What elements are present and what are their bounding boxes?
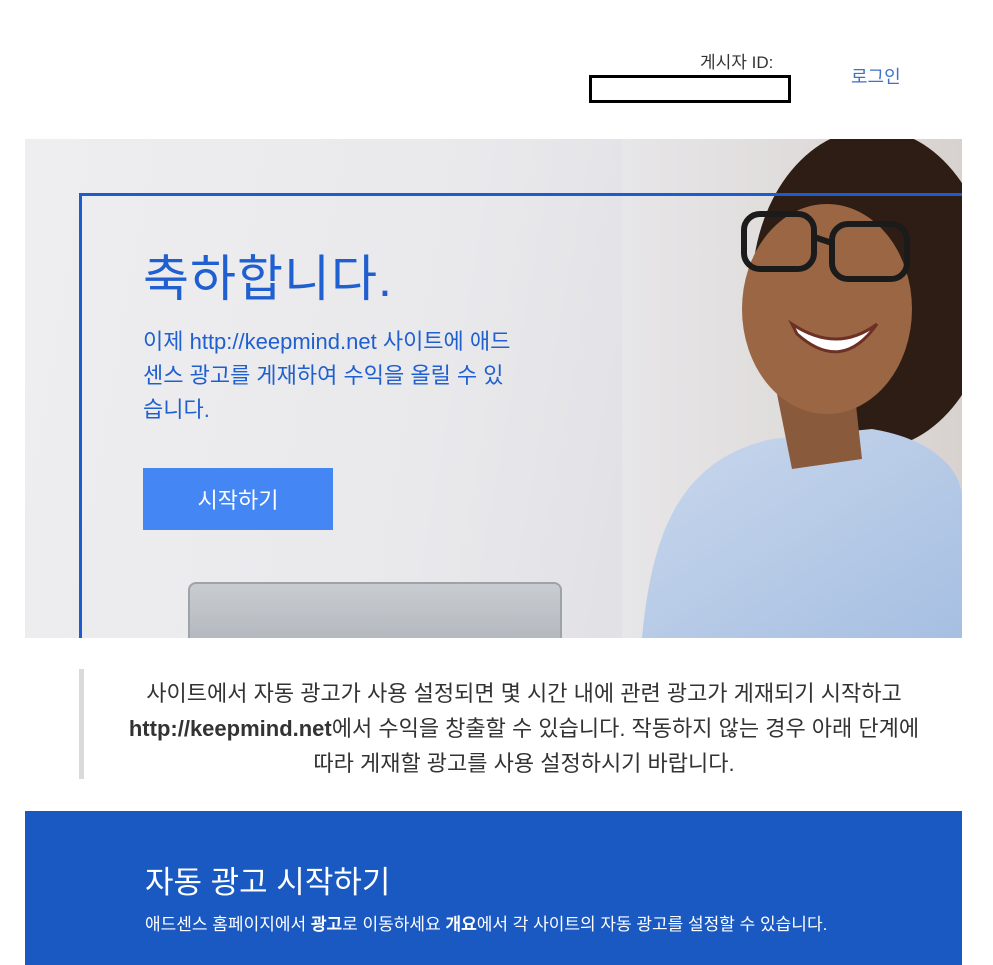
desc-bold-ads: 광고	[310, 915, 343, 934]
auto-ads-description: 애드센스 홈페이지에서 광고로 이동하세요 개요에서 각 사이트의 자동 광고를…	[145, 910, 827, 935]
info-text-part2: 에서 수익을 창출할 수 있습니다. 작동하지 않는 경우 아래 단계에 따라 …	[313, 716, 920, 776]
desc-part1: 애드센스 홈페이지에서	[145, 915, 311, 934]
desc-bold-overview: 개요	[445, 915, 477, 934]
info-text-part1: 사이트에서 자동 광고가 사용 설정되면 몇 시간 내에 관련 광고가 게재되기…	[146, 681, 902, 706]
info-quote-bar	[79, 669, 84, 779]
desc-part3: 에서 각 사이트의 자동 광고를 설정할 수 있습니다.	[476, 915, 828, 934]
info-site-url: http://keepmind.net	[128, 716, 332, 741]
desc-part2: 로 이동하세요	[342, 915, 446, 934]
login-link[interactable]: 로그인	[851, 63, 901, 89]
start-button[interactable]: 시작하기	[143, 468, 333, 530]
hero-banner: 축하합니다. 이제 http://keepmind.net 사이트에 애드센스 …	[25, 139, 962, 638]
info-text: 사이트에서 자동 광고가 사용 설정되면 몇 시간 내에 관련 광고가 게재되기…	[120, 676, 928, 781]
publisher-id-redacted-box	[589, 75, 791, 103]
auto-ads-banner: 자동 광고 시작하기 애드센스 홈페이지에서 광고로 이동하세요 개요에서 각 …	[25, 811, 962, 965]
publisher-id-label: 게시자 ID:	[700, 53, 774, 72]
hero-title: 축하합니다.	[143, 251, 393, 307]
auto-ads-title: 자동 광고 시작하기	[145, 865, 391, 900]
hero-description: 이제 http://keepmind.net 사이트에 애드센스 광고를 게재하…	[143, 329, 511, 422]
